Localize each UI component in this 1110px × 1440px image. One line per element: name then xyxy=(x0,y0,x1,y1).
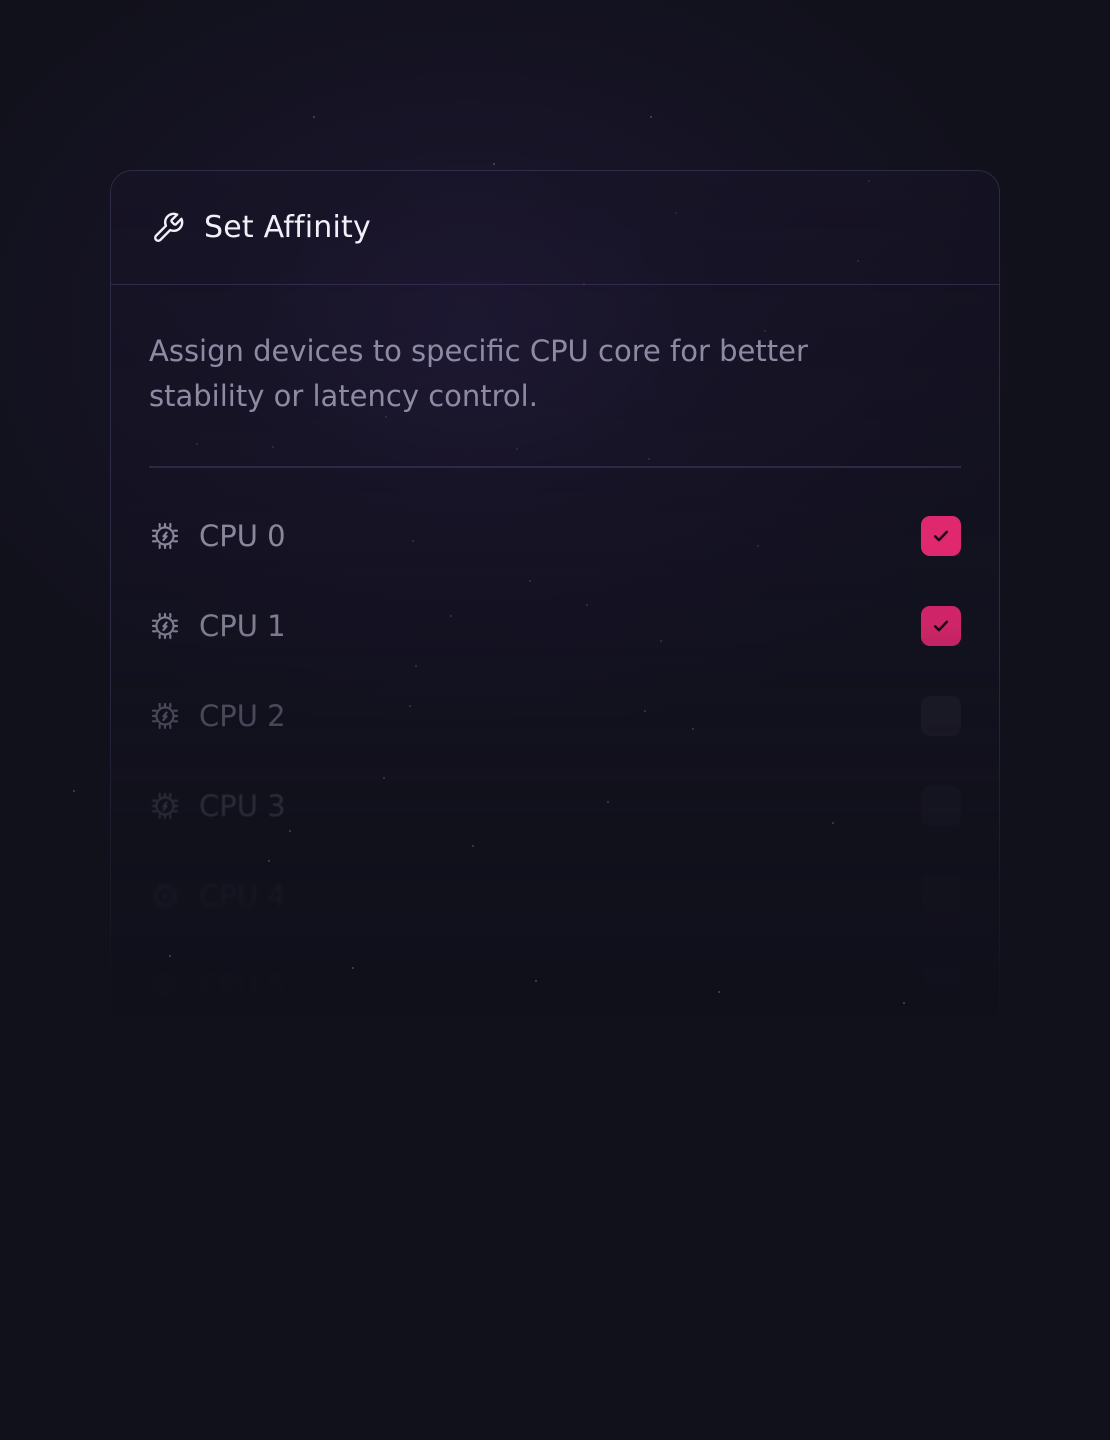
cpu-row-1[interactable]: CPU 1 xyxy=(149,581,961,671)
cpu-label: CPU 4 xyxy=(199,879,286,913)
cpu-row-4[interactable]: CPU 4 xyxy=(149,851,961,941)
cpu-chip-icon xyxy=(149,700,181,732)
cpu-3-checkbox[interactable] xyxy=(921,786,961,826)
cpu-row-5[interactable]: CPU 5 xyxy=(149,941,961,1031)
panel-title: Set Affinity xyxy=(204,210,371,245)
cpu-1-checkbox[interactable] xyxy=(921,606,961,646)
cpu-chip-icon xyxy=(149,880,181,912)
panel-description: Assign devices to specific CPU core for … xyxy=(149,334,808,413)
cpu-chip-icon xyxy=(149,970,181,1002)
wrench-icon xyxy=(151,211,185,245)
cpu-row-0[interactable]: CPU 0 xyxy=(149,491,961,581)
checkmark-icon xyxy=(931,616,951,636)
cpu-label: CPU 1 xyxy=(199,609,286,643)
cpu-label: CPU 5 xyxy=(199,969,286,1003)
cpu-0-checkbox[interactable] xyxy=(921,516,961,556)
panel-header: Set Affinity xyxy=(111,171,999,285)
cpu-label: CPU 2 xyxy=(199,699,286,733)
checkmark-icon xyxy=(931,526,951,546)
cpu-label: CPU 0 xyxy=(199,519,286,553)
cpu-row-3[interactable]: CPU 3 xyxy=(149,761,961,851)
cpu-chip-icon xyxy=(149,790,181,822)
cpu-row-2[interactable]: CPU 2 xyxy=(149,671,961,761)
cpu-2-checkbox[interactable] xyxy=(921,696,961,736)
cpu-label: CPU 3 xyxy=(199,789,286,823)
cpu-5-checkbox[interactable] xyxy=(921,966,961,1006)
set-affinity-panel: Set Affinity Assign devices to specific … xyxy=(110,170,1000,1070)
cpu-4-checkbox[interactable] xyxy=(921,876,961,916)
section-divider xyxy=(149,466,961,468)
cpu-list: CPU 0 CPU 1 CPU 2 CPU 3 CPU 4 CPU 5 xyxy=(149,491,961,1031)
cpu-chip-icon xyxy=(149,520,181,552)
cpu-chip-icon xyxy=(149,610,181,642)
